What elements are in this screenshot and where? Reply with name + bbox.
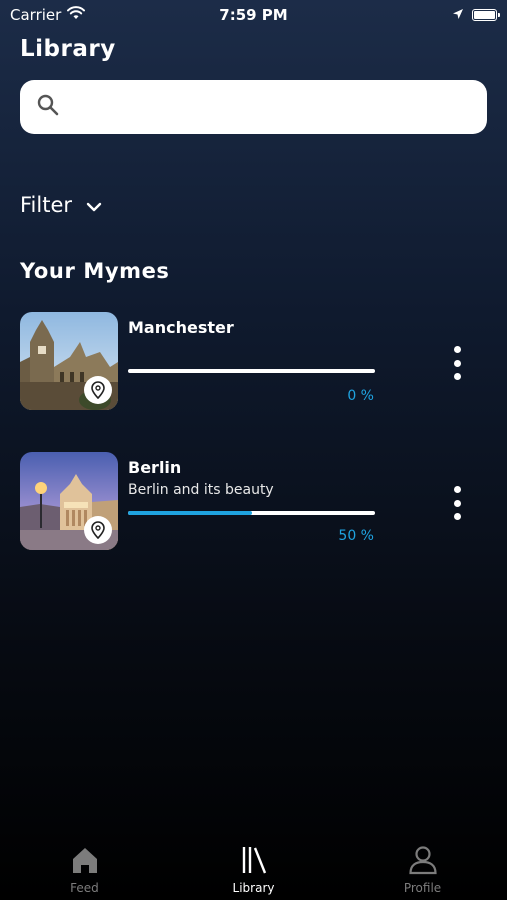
myme-title: Berlin: [128, 458, 182, 477]
myme-card-manchester[interactable]: Manchester 0 %: [20, 312, 487, 412]
search-icon: [36, 93, 60, 121]
tab-feed[interactable]: Feed: [25, 845, 145, 895]
progress-bar: [128, 511, 375, 515]
library-icon: [239, 845, 269, 879]
status-bar: Carrier 7:59 PM: [0, 0, 507, 30]
tab-label: Feed: [70, 881, 99, 895]
search-bar[interactable]: [20, 80, 487, 134]
carrier-label: Carrier: [10, 6, 62, 24]
progress-text: 50 %: [338, 528, 374, 544]
myme-title: Manchester: [128, 318, 234, 337]
tab-library[interactable]: Library: [194, 845, 314, 895]
myme-card-berlin[interactable]: Berlin Berlin and its beauty 50 %: [20, 452, 487, 552]
progress-bar: [128, 369, 375, 373]
tab-profile[interactable]: Profile: [363, 845, 483, 895]
person-icon: [408, 845, 438, 879]
progress-text: 0 %: [347, 388, 374, 404]
location-arrow-icon: [452, 6, 464, 24]
myme-thumbnail: [20, 312, 118, 410]
status-left: Carrier: [10, 6, 86, 24]
more-options-button[interactable]: [451, 346, 463, 380]
location-pin-icon: [84, 516, 112, 544]
wifi-icon: [67, 6, 86, 24]
myme-subtitle: Berlin and its beauty: [128, 482, 274, 498]
tab-label: Library: [232, 881, 275, 895]
tab-label: Profile: [403, 881, 442, 895]
progress-fill: [128, 511, 252, 515]
tab-bar: Feed Library Profile: [0, 840, 507, 900]
more-options-button[interactable]: [451, 486, 463, 520]
filter-label: Filter: [20, 193, 73, 217]
myme-thumbnail: [20, 452, 118, 550]
page-title: Library: [20, 36, 116, 62]
chevron-down-icon: [86, 193, 102, 217]
home-icon: [70, 845, 100, 879]
filter-dropdown[interactable]: Filter: [20, 193, 102, 217]
status-right: [452, 6, 500, 24]
section-title: Your Mymes: [20, 259, 170, 283]
location-pin-icon: [84, 376, 112, 404]
search-input[interactable]: [72, 97, 472, 117]
battery-icon: [472, 9, 500, 21]
